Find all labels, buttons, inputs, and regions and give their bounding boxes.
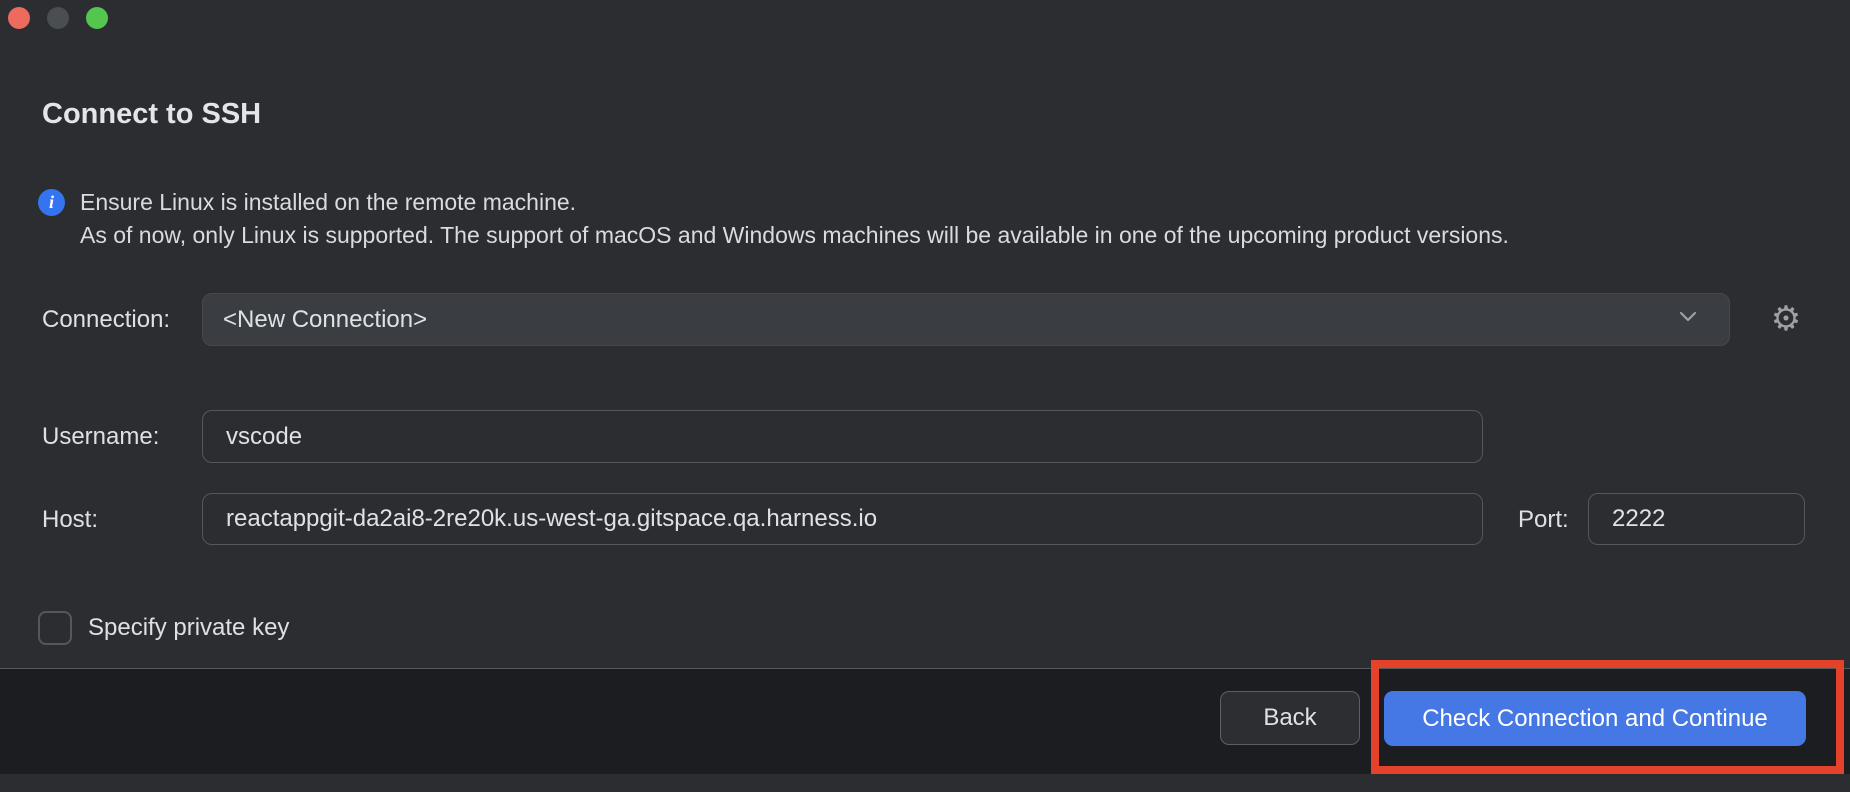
back-button[interactable]: Back: [1220, 691, 1360, 745]
connection-select[interactable]: <New Connection>: [202, 293, 1730, 346]
connection-selected-value: <New Connection>: [223, 306, 427, 334]
port-value: 2222: [1612, 505, 1665, 533]
username-value: vscode: [226, 423, 302, 451]
close-window-button[interactable]: [8, 7, 30, 29]
specify-private-key-checkbox[interactable]: [38, 611, 72, 645]
specify-private-key-label: Specify private key: [88, 614, 289, 642]
host-value: reactappgit-da2ai8-2re20k.us-west-ga.git…: [226, 505, 877, 533]
connection-label: Connection:: [42, 306, 170, 334]
info-banner: i Ensure Linux is installed on the remot…: [38, 186, 1509, 252]
username-label: Username:: [42, 423, 159, 451]
zoom-window-button[interactable]: [86, 7, 108, 29]
host-label: Host:: [42, 506, 98, 534]
chevron-down-icon: [1675, 303, 1701, 336]
info-icon: i: [38, 189, 65, 216]
connect-to-ssh-dialog: Connect to SSH i Ensure Linux is install…: [0, 0, 1850, 792]
page-title: Connect to SSH: [42, 98, 261, 131]
window-controls: [8, 7, 108, 29]
host-input[interactable]: reactappgit-da2ai8-2re20k.us-west-ga.git…: [202, 493, 1483, 545]
info-line-1: Ensure Linux is installed on the remote …: [80, 186, 1509, 219]
username-input[interactable]: vscode: [202, 410, 1483, 463]
info-line-2: As of now, only Linux is supported. The …: [80, 219, 1509, 252]
info-text: Ensure Linux is installed on the remote …: [80, 186, 1509, 252]
minimize-window-button[interactable]: [47, 7, 69, 29]
port-input[interactable]: 2222: [1588, 493, 1805, 545]
check-connection-and-continue-button[interactable]: Check Connection and Continue: [1384, 691, 1806, 746]
gear-icon[interactable]: ⚙: [1766, 299, 1806, 339]
port-label: Port:: [1518, 506, 1569, 534]
